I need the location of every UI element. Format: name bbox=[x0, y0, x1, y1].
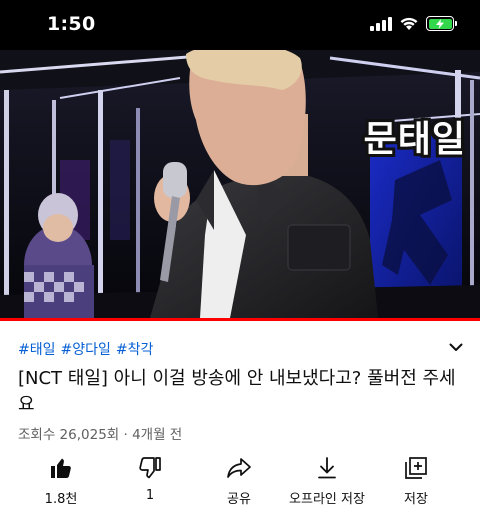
download-icon bbox=[318, 457, 336, 479]
video-title: [NCT 태일] 아니 이걸 방송에 안 내보냈다고? 풀버전 주세요 bbox=[18, 368, 456, 415]
expand-description-button[interactable] bbox=[444, 335, 468, 359]
thumbs-up-filled-icon bbox=[51, 458, 71, 478]
share-icon bbox=[227, 458, 251, 478]
share-button[interactable]: 공유 bbox=[189, 454, 289, 507]
video-progress-fill bbox=[0, 318, 480, 321]
save-to-playlist-button[interactable]: 저장 bbox=[366, 454, 466, 507]
video-frame bbox=[0, 50, 480, 318]
status-bar: 1:50 bbox=[0, 0, 480, 50]
action-bar: 1.8천 1 공유 오프라인 저장 저장 bbox=[0, 454, 480, 510]
download-label: 오프라인 저장 bbox=[289, 492, 365, 507]
video-player[interactable]: 문태일 bbox=[0, 50, 480, 318]
status-time: 1:50 bbox=[47, 13, 96, 35]
video-meta: 조회수 26,025회 · 4개월 전 bbox=[18, 427, 183, 443]
add-to-playlist-icon bbox=[405, 457, 427, 479]
like-button[interactable]: 1.8천 bbox=[11, 454, 111, 507]
thumbs-down-icon bbox=[139, 457, 161, 479]
cellular-signal-icon bbox=[370, 16, 392, 31]
status-icons bbox=[370, 16, 457, 31]
like-count: 1.8천 bbox=[44, 492, 78, 507]
video-caption-overlay: 문태일 bbox=[363, 119, 466, 160]
hashtag-link[interactable]: #태일 bbox=[18, 339, 56, 359]
save-label: 저장 bbox=[404, 492, 428, 507]
download-button[interactable]: 오프라인 저장 bbox=[277, 454, 377, 507]
hashtag-link[interactable]: #양다일 bbox=[61, 339, 111, 359]
dislike-button[interactable]: 1 bbox=[100, 454, 200, 503]
battery-level bbox=[428, 18, 452, 29]
dislike-count: 1 bbox=[145, 488, 155, 503]
battery-icon bbox=[426, 16, 457, 31]
chevron-down-icon bbox=[449, 343, 463, 351]
hashtag-link[interactable]: #착각 bbox=[116, 339, 154, 359]
charging-bolt-icon bbox=[436, 18, 444, 29]
share-label: 공유 bbox=[227, 492, 251, 507]
wifi-icon bbox=[400, 17, 418, 30]
hashtag-list: #태일 #양다일 #착각 bbox=[18, 339, 153, 359]
video-progress-bar[interactable] bbox=[0, 318, 480, 321]
